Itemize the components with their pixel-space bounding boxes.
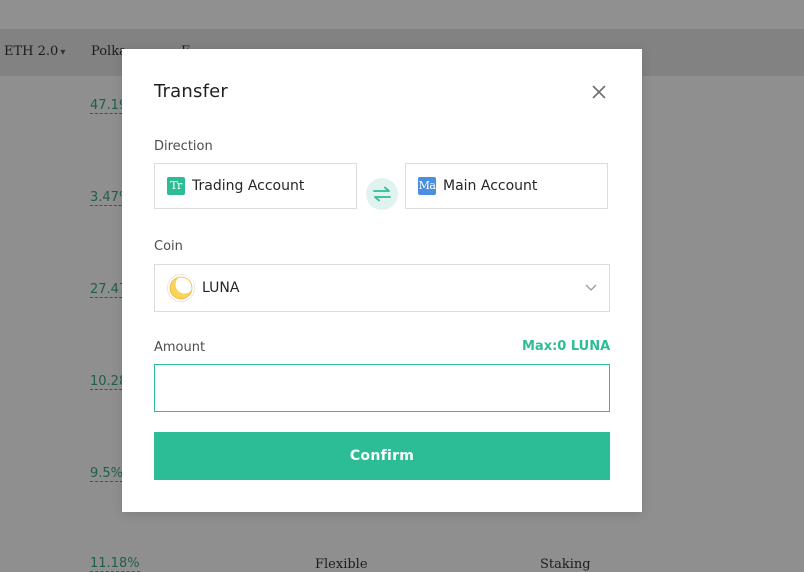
chevron-down-icon	[585, 284, 597, 291]
swap-direction-button[interactable]	[366, 178, 398, 210]
max-amount-link[interactable]: Max:0 LUNA	[522, 339, 610, 354]
background-nav-label: ETH 2.0	[4, 44, 59, 59]
swap-arrows-icon	[373, 186, 391, 202]
background-rate: 9.5%	[90, 466, 124, 482]
amount-label: Amount	[154, 340, 206, 355]
from-account-name: Trading Account	[192, 178, 305, 194]
background-rate: 11.18%	[90, 556, 140, 572]
main-account-icon: Ma	[418, 177, 436, 195]
background-header	[0, 0, 804, 29]
modal-title: Transfer	[154, 81, 228, 102]
caret-down-icon: ▾	[60, 47, 66, 58]
coin-select[interactable]: LUNA	[154, 264, 610, 312]
background-nav-item-eth2: ETH 2.0 ▾	[4, 44, 65, 59]
background-text: Staking	[540, 557, 591, 572]
direction-label: Direction	[154, 139, 213, 154]
amount-input[interactable]	[154, 364, 610, 412]
background-text: Flexible	[315, 557, 368, 572]
close-icon	[592, 85, 606, 99]
to-account-name: Main Account	[443, 178, 538, 194]
close-button[interactable]	[589, 82, 609, 102]
trading-account-icon: Tr	[167, 177, 185, 195]
confirm-button[interactable]: Confirm	[154, 432, 610, 480]
selected-coin-name: LUNA	[202, 280, 240, 296]
to-account-select[interactable]: Ma Main Account	[405, 163, 608, 209]
from-account-select[interactable]: Tr Trading Account	[154, 163, 357, 209]
transfer-modal: Transfer Direction Tr Trading Account Ma…	[122, 49, 642, 512]
luna-logo-icon	[167, 274, 195, 302]
coin-label: Coin	[154, 239, 183, 254]
